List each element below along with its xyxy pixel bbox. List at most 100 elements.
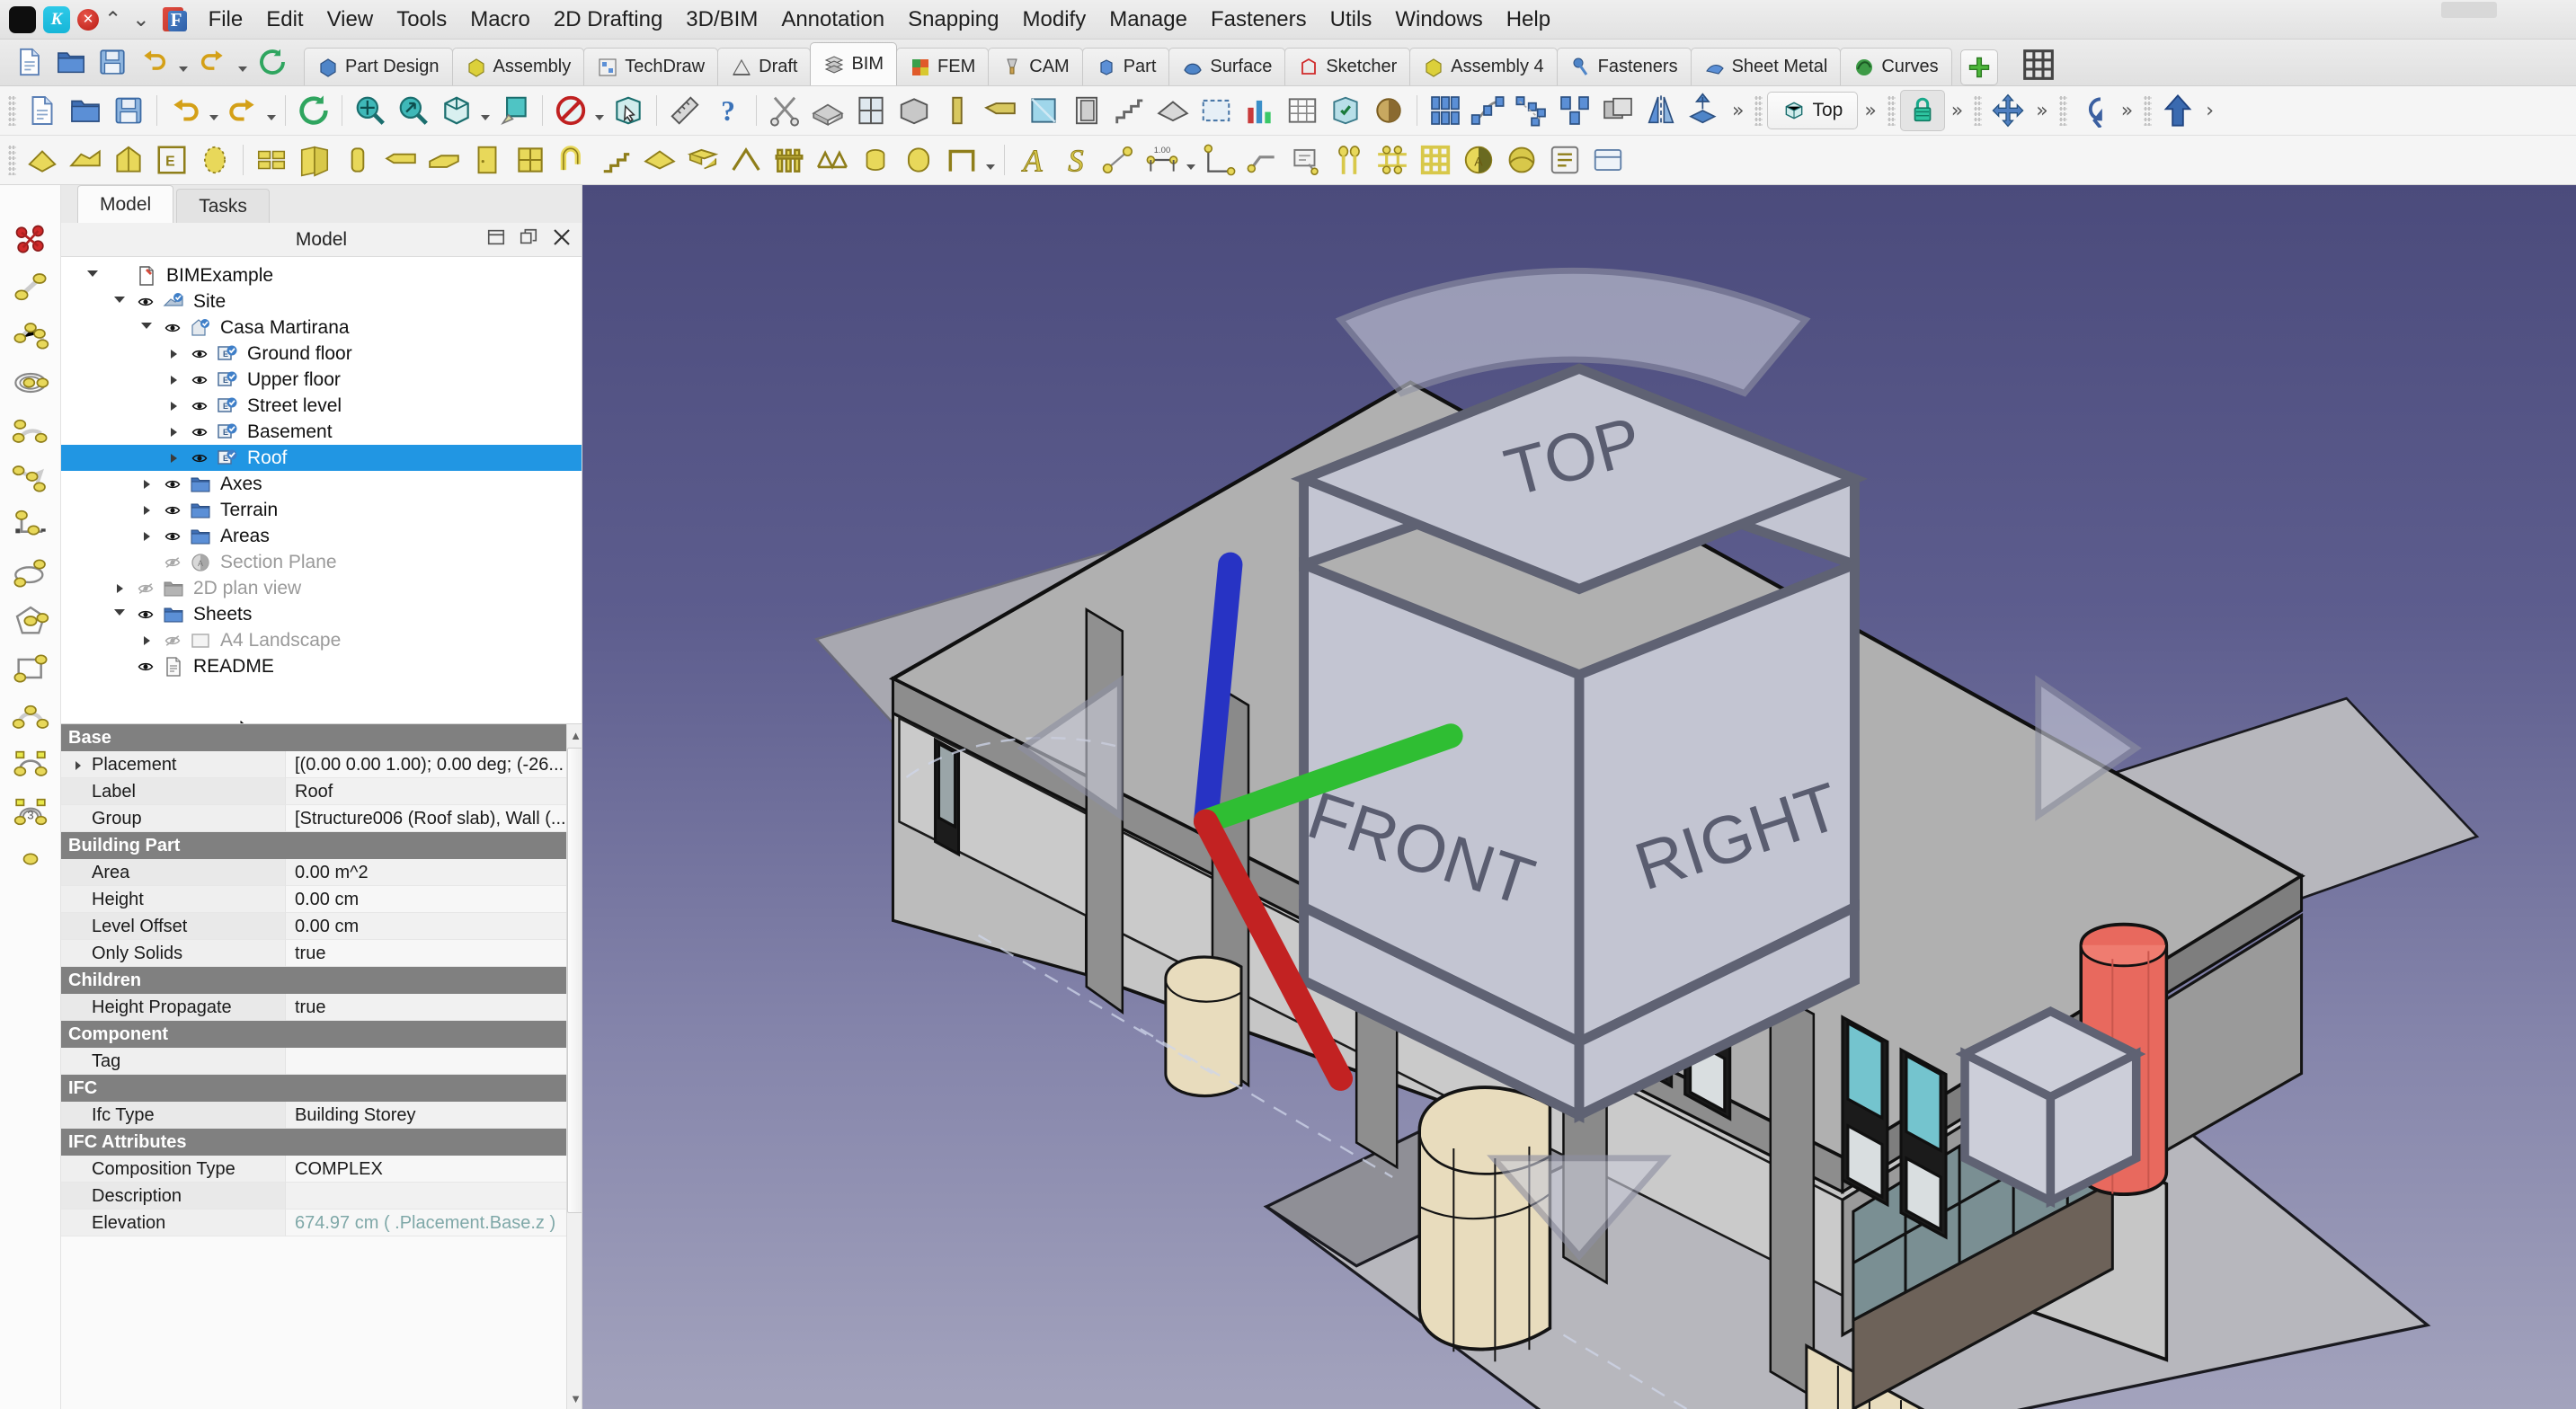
window-icon[interactable] xyxy=(849,90,893,131)
stairs-icon[interactable] xyxy=(595,139,638,181)
glass-panel-icon[interactable] xyxy=(1022,90,1065,131)
scroll-thumb[interactable] xyxy=(566,748,582,1214)
roof-icon[interactable] xyxy=(638,139,681,181)
property-category[interactable]: IFC xyxy=(61,1075,566,1102)
dimension-icon[interactable] xyxy=(1097,139,1141,181)
tree-expand-arrow[interactable] xyxy=(162,349,185,359)
site-icon[interactable] xyxy=(64,139,107,181)
mirror-icon[interactable] xyxy=(1639,90,1683,131)
path-array-icon[interactable] xyxy=(1467,90,1510,131)
axonometric-view-icon[interactable] xyxy=(435,90,478,131)
chevron-up-icon[interactable]: ⌃ xyxy=(104,8,121,31)
visibility-hidden-icon[interactable] xyxy=(158,633,187,649)
tab-techdraw[interactable]: TechDraw xyxy=(583,48,719,85)
property-value[interactable]: [Structure006 (Roof slab), Wall (... xyxy=(286,805,566,832)
curtain-wall-icon[interactable] xyxy=(293,139,336,181)
menu-help[interactable]: Help xyxy=(1495,4,1562,35)
material-icon[interactable] xyxy=(1367,90,1410,131)
property-value[interactable]: 0.00 m^2 xyxy=(286,859,566,886)
tab-surface[interactable]: Surface xyxy=(1168,48,1286,85)
visibility-eye-icon[interactable] xyxy=(185,346,214,362)
model-tree[interactable]: BIMExample Site Casa Martirana E Ground floo… xyxy=(61,257,582,724)
measure-icon[interactable] xyxy=(663,90,706,131)
menu-fasteners[interactable]: Fasteners xyxy=(1199,4,1319,35)
3d-viewport[interactable]: TOP FRONT RIGHT xyxy=(582,185,2576,1409)
float-panel-icon[interactable] xyxy=(519,227,538,252)
tree-expand-arrow[interactable] xyxy=(162,375,185,385)
snap-near-icon[interactable] xyxy=(10,697,51,735)
label-icon[interactable] xyxy=(1284,139,1328,181)
snap-dimensions-icon[interactable]: 3 xyxy=(10,793,51,830)
undo-icon[interactable] xyxy=(135,43,173,81)
visibility-eye-icon[interactable] xyxy=(131,607,160,623)
scroll-up-arrow[interactable]: ▲ xyxy=(570,724,582,746)
refresh-icon[interactable] xyxy=(253,43,291,81)
toolbar-grip[interactable] xyxy=(8,95,16,126)
tree-expand-arrow[interactable] xyxy=(108,608,131,620)
snap-extension-icon[interactable] xyxy=(10,554,51,592)
visibility-eye-icon[interactable] xyxy=(158,502,187,518)
scroll-down-arrow[interactable]: ▼ xyxy=(570,1387,582,1409)
material-icon[interactable] xyxy=(1500,139,1543,181)
add-workbench-button[interactable] xyxy=(1959,49,1998,85)
property-value[interactable]: true xyxy=(286,940,566,967)
tab-bim[interactable]: BIM xyxy=(810,42,898,85)
tree-item-areas[interactable]: Areas xyxy=(61,523,582,549)
open-folder-icon[interactable] xyxy=(52,43,90,81)
snap-angle-icon[interactable] xyxy=(10,412,51,449)
panel-icon[interactable] xyxy=(681,139,724,181)
close-panel-icon[interactable] xyxy=(551,226,573,253)
menu-annotation[interactable]: Annotation xyxy=(769,4,896,35)
property-row[interactable]: Label Roof xyxy=(61,778,566,805)
close-circle-icon[interactable]: ✕ xyxy=(77,8,99,31)
bar-chart-icon[interactable] xyxy=(1238,90,1281,131)
redo-icon[interactable] xyxy=(221,90,264,131)
visibility-eye-icon[interactable] xyxy=(185,398,214,414)
menu-macro[interactable]: Macro xyxy=(458,4,542,35)
save-icon[interactable] xyxy=(93,43,131,81)
scroll-track[interactable] xyxy=(566,748,582,1386)
roof-icon[interactable] xyxy=(1151,90,1195,131)
building-icon[interactable] xyxy=(107,139,150,181)
zoom-fit-icon[interactable] xyxy=(349,90,392,131)
property-value[interactable] xyxy=(286,1048,566,1075)
tree-expand-arrow[interactable] xyxy=(135,635,158,645)
tree-expand-arrow[interactable] xyxy=(162,453,185,463)
tree-item-axes[interactable]: Axes xyxy=(61,471,582,497)
up-arrow-icon[interactable] xyxy=(2156,90,2199,131)
property-category[interactable]: Children xyxy=(61,967,566,994)
visibility-eye-icon[interactable] xyxy=(185,450,214,466)
kde-icon[interactable]: K xyxy=(43,5,70,33)
snap-parallel-icon[interactable] xyxy=(10,602,51,640)
undo-dropdown-caret[interactable] xyxy=(207,90,221,131)
clone-icon[interactable] xyxy=(1596,90,1639,131)
property-row[interactable]: Group [Structure006 (Roof slab), Wall (..… xyxy=(61,805,566,832)
property-category[interactable]: Base xyxy=(61,724,566,751)
property-scrollbar[interactable]: ▲ ▼ xyxy=(565,724,582,1409)
menu-edit[interactable]: Edit xyxy=(254,4,315,35)
tab-curves[interactable]: Curves xyxy=(1840,48,1952,85)
tab-cam[interactable]: CAM xyxy=(988,48,1083,85)
snap-perpendicular-icon[interactable] xyxy=(10,507,51,545)
snap-toggle-icon[interactable] xyxy=(10,840,51,878)
clipping-dropdown-caret[interactable] xyxy=(592,90,607,131)
stairs-icon[interactable] xyxy=(1108,90,1151,131)
property-value[interactable]: Roof xyxy=(286,778,566,805)
tree-item-upper-floor[interactable]: E Upper floor xyxy=(61,367,582,393)
tree-item-site[interactable]: Site xyxy=(61,288,582,315)
menu-2d-drafting[interactable]: 2D Drafting xyxy=(542,4,674,35)
tab-fem[interactable]: FEM xyxy=(896,48,990,85)
toolbar-overflow-chevron[interactable]: » xyxy=(1726,100,1750,122)
property-grid[interactable]: Base Placement [(0.00 0.00 1.00); 0.00 deg… xyxy=(61,724,566,1409)
axis-icon[interactable] xyxy=(1328,139,1371,181)
tree-item-roof[interactable]: E Roof xyxy=(61,445,582,471)
axonometric-dropdown-caret[interactable] xyxy=(478,90,493,131)
tree-expand-arrow[interactable] xyxy=(108,583,131,593)
snap-lock-icon[interactable] xyxy=(10,221,51,259)
rotate-icon[interactable] xyxy=(2072,90,2115,131)
ifc-icon[interactable] xyxy=(1324,90,1367,131)
new-document-icon[interactable] xyxy=(11,43,49,81)
toolbar-grip[interactable] xyxy=(1754,95,1763,126)
undo-icon[interactable] xyxy=(164,90,207,131)
property-value[interactable]: true xyxy=(286,994,566,1021)
